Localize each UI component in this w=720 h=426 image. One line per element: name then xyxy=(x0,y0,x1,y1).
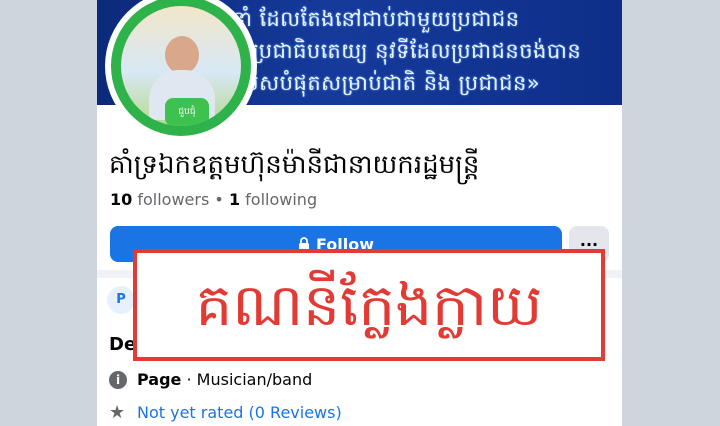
avatar-photo: ជួបជុំ xyxy=(121,6,241,126)
avatar-ring: ជួបជុំ xyxy=(111,0,251,136)
follow-stats: 10 followers • 1 following xyxy=(110,190,317,209)
page-title: គាំទ្រឯកឧត្តមហ៊ុនម៉ានីជានាយករដ្ឋមន្ត្រី xyxy=(109,150,480,180)
person-head xyxy=(165,36,199,74)
cover-text-line-2: ជាប្រជាធិបតេយ្យ នុវទីដែលប្រជាជនចង់បាន xyxy=(232,39,582,63)
followers-count: 10 xyxy=(110,190,133,209)
background-right xyxy=(622,0,720,426)
tab-posts[interactable]: P xyxy=(107,286,135,314)
cover-text-line-3: លើសបំផុតសម្រាប់ជាតិ និង ប្រជាជន» xyxy=(232,71,541,95)
rating-link[interactable]: Not yet rated (0 Reviews) xyxy=(137,403,342,422)
category-text: · Musician/band xyxy=(186,370,313,389)
info-icon: i xyxy=(109,370,127,389)
avatar-badge: ជួបជុំ xyxy=(165,98,209,126)
background-left xyxy=(0,0,97,426)
following-label[interactable]: following xyxy=(245,190,317,209)
rating-row[interactable]: ★ Not yet rated (0 Reviews) xyxy=(109,403,342,422)
category-strong: Page xyxy=(137,370,182,389)
page-category-row: i Page · Musician/band xyxy=(109,370,312,389)
cover-text-line-1: នាំ ដែលតែងនៅជាប់ជាមួយប្រជាជន xyxy=(232,7,520,31)
fake-account-text: គណនីក្លែងក្លាយ xyxy=(195,271,543,339)
following-count: 1 xyxy=(228,190,241,209)
facebook-page-screen: នាំ ដែលតែងនៅជាប់ជាមួយប្រជាជន ជាប្រជាធិបត… xyxy=(97,0,622,426)
star-icon: ★ xyxy=(109,401,126,423)
stats-separator: • xyxy=(214,190,224,209)
profile-avatar[interactable]: ជួបជុំ xyxy=(105,0,257,142)
fake-account-label: គណនីក្លែងក្លាយ xyxy=(133,249,605,361)
followers-label[interactable]: followers xyxy=(137,190,209,209)
